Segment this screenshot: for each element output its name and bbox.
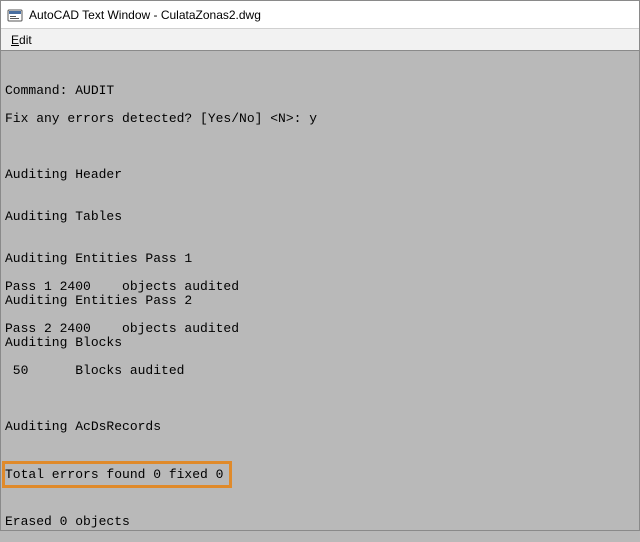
console-line: Auditing AcDsRecords (3, 420, 637, 434)
console-output[interactable]: Command: AUDIT Fix any errors detected? … (1, 51, 639, 530)
console-line: Auditing Entities Pass 2 (3, 294, 637, 308)
audit-result-line: Total errors found 0 fixed 0 (5, 467, 223, 482)
console-line (3, 140, 637, 154)
console-line (3, 238, 637, 252)
console-line (3, 154, 637, 168)
console-line (3, 308, 637, 322)
console-line (3, 98, 637, 112)
console-line (3, 406, 637, 420)
console-line (3, 70, 637, 84)
autocad-command-icon (7, 7, 23, 23)
console-line: Erased 0 objects (3, 515, 637, 529)
console-line (3, 196, 637, 210)
console-line (3, 378, 637, 392)
menubar: Edit (1, 29, 639, 51)
menu-edit[interactable]: Edit (7, 31, 36, 49)
console-line (3, 501, 637, 515)
titlebar[interactable]: AutoCAD Text Window - CulataZonas2.dwg (1, 1, 639, 29)
console-line: Command: AUDIT (3, 84, 637, 98)
console-line: Pass 1 2400 objects audited (3, 280, 637, 294)
console-line: Auditing Tables (3, 210, 637, 224)
console-line (3, 266, 637, 280)
console-line (3, 182, 637, 196)
audit-result-highlight: Total errors found 0 fixed 0 (2, 461, 232, 488)
console-line (3, 350, 637, 364)
console-line (3, 126, 637, 140)
console-line (3, 392, 637, 406)
console-line: Auditing Blocks (3, 336, 637, 350)
console-line: Auditing Header (3, 168, 637, 182)
window-title: AutoCAD Text Window - CulataZonas2.dwg (29, 8, 261, 22)
console-line: Auditing Entities Pass 1 (3, 252, 637, 266)
console-line: Fix any errors detected? [Yes/No] <N>: y (3, 112, 637, 126)
console-line: 50 Blocks audited (3, 364, 637, 378)
console-line (3, 224, 637, 238)
console-line (3, 434, 637, 448)
console-line: Pass 2 2400 objects audited (3, 322, 637, 336)
